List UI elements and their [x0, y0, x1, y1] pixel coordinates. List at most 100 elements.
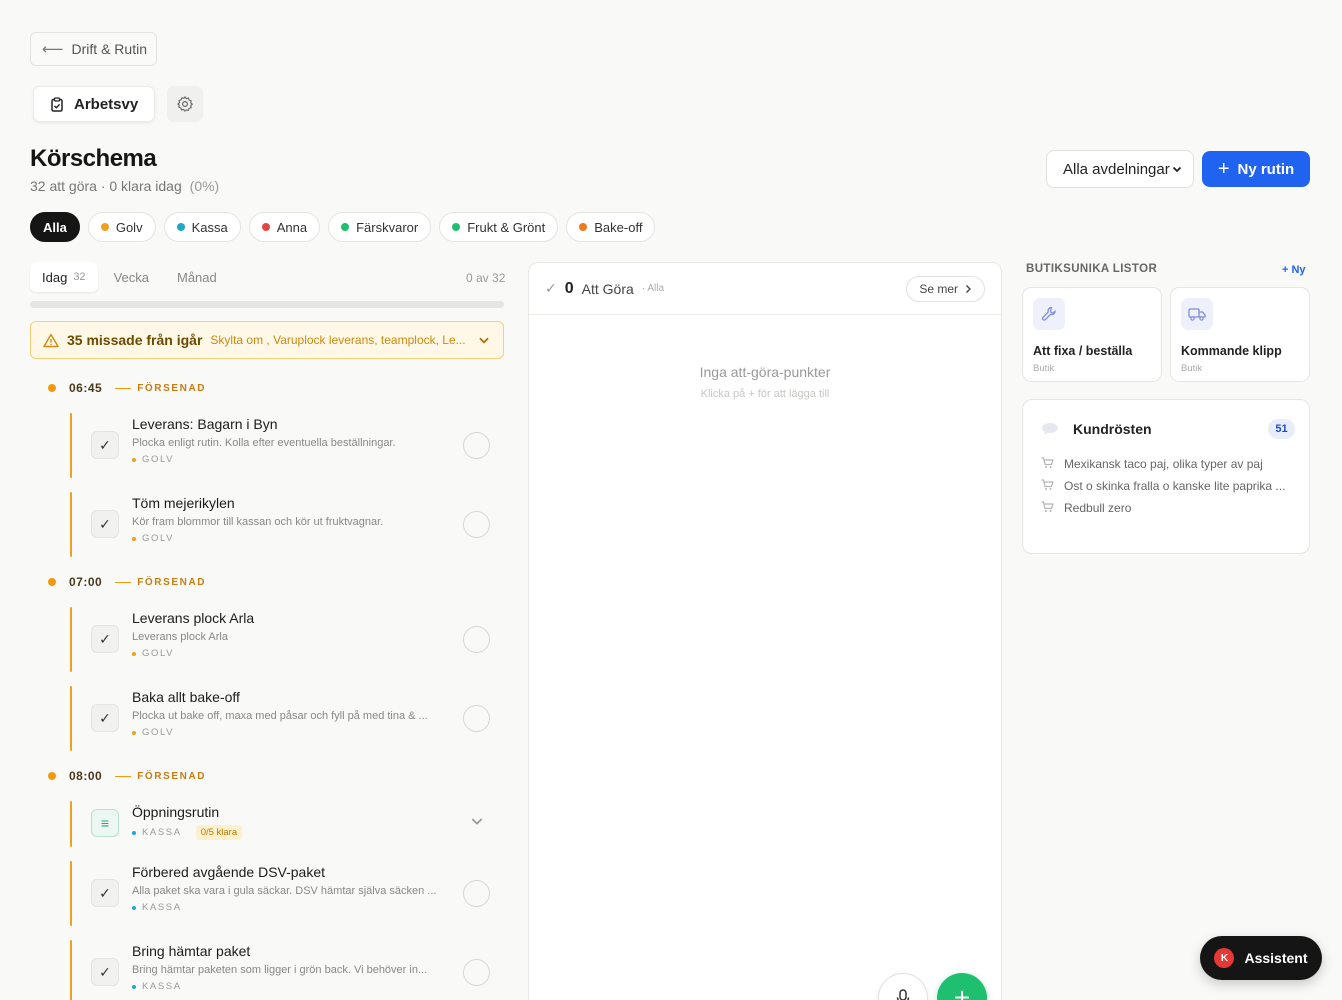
filter-chip-kassa[interactable]: Kassa — [163, 212, 241, 242]
task-body: Leverans: Bagarn i Byn Plocka enligt ruti… — [132, 416, 450, 465]
complete-circle[interactable] — [463, 705, 490, 732]
complete-circle[interactable] — [463, 959, 490, 986]
task-row[interactable]: ✓ Leverans: Bagarn i Byn Plocka enligt rut… — [70, 406, 504, 485]
task-row[interactable]: ✓ Leverans plock Arla Leverans plock Arla G… — [70, 600, 504, 679]
task-row[interactable]: ✓ Töm mejerikylen Kör fram blommor till ka… — [70, 485, 504, 564]
tag-dot — [132, 457, 136, 462]
task-checkbox[interactable]: ✓ — [91, 431, 119, 459]
lists-heading: BUTIKSUNIKA LISTOR — [1026, 263, 1158, 275]
time-label: 06:45 — [69, 381, 103, 395]
complete-circle[interactable] — [463, 511, 490, 538]
task-accent-bar — [70, 686, 72, 751]
task-title: Leverans: Bagarn i Byn — [132, 416, 278, 432]
task-title: Öppningsrutin — [132, 804, 220, 820]
work-view-button[interactable]: Arbetsvy — [33, 86, 156, 122]
task-timeline: 06:45 FÖRSENAD ✓ Leverans: Bagarn i Byn Ploc… — [30, 370, 504, 1000]
tab-månad[interactable]: Månad — [165, 262, 229, 292]
settings-button[interactable] — [167, 86, 204, 122]
task-tag: GOLV — [132, 533, 450, 544]
filter-chip-frukt-grönt[interactable]: Frukt & Grönt — [439, 212, 559, 242]
tag-label: GOLV — [142, 727, 175, 738]
task-checkbox[interactable]: ✓ — [91, 704, 119, 732]
task-row[interactable]: ≡ Öppningsrutin KASSA 0/5 klara — [70, 794, 504, 854]
list-card-sub: Butik — [1181, 363, 1203, 374]
task-description: Plocka enligt rutin. Kolla efter eventue… — [132, 437, 396, 449]
todo-panel: ✓ 0 Att Göra · Alla Se mer Inga att-göra… — [528, 262, 1002, 1000]
task-row[interactable]: ✓ Baka allt bake-off Plocka ut bake off, m… — [70, 679, 504, 758]
percent-text: (0%) — [189, 178, 220, 194]
filter-chip-golv[interactable]: Golv — [87, 212, 156, 242]
department-select-value: Alla avdelningar — [1063, 160, 1170, 178]
list-card-name: Att fixa / beställa — [1033, 344, 1133, 358]
microphone-icon — [896, 989, 910, 1000]
tag-dot — [132, 730, 136, 735]
task-accent-bar — [70, 801, 72, 847]
tag-label: KASSA — [142, 827, 182, 838]
back-button[interactable]: ⟵ Drift & Rutin — [30, 32, 157, 66]
task-row[interactable]: ✓ Förbered avgående DSV-paket Alla paket s… — [70, 854, 504, 933]
time-label: 07:00 — [69, 575, 103, 589]
tab-label: Månad — [176, 269, 217, 285]
checklist-icon[interactable]: ≡ — [91, 809, 119, 837]
plus-icon: + — [953, 982, 971, 1000]
missed-banner[interactable]: 35 missade från igår Skylta om , Varuplo… — [30, 321, 504, 359]
filter-chip-färskvaror[interactable]: Färskvaror — [328, 212, 432, 242]
progress-count: 0 av 32 — [466, 271, 506, 285]
task-body: Förbered avgående DSV-paket Alla paket sk… — [132, 864, 450, 913]
list-card-fix-order[interactable]: Att fixa / beställa Butik — [1022, 287, 1162, 382]
assistant-button[interactable]: K Assistent — [1200, 936, 1322, 980]
chevron-right-icon — [966, 284, 971, 293]
task-checkbox[interactable]: ✓ — [91, 625, 119, 653]
tab-vecka[interactable]: Vecka — [102, 262, 161, 292]
filter-chip-bake-off[interactable]: Bake-off — [566, 212, 656, 242]
voice-item-text: Redbull zero — [1064, 501, 1132, 515]
todo-label: Att Göra — [581, 280, 634, 297]
progress-badge: 0/5 klara — [195, 825, 243, 840]
voice-item-text: Mexikansk taco paj, olika typer av paj — [1064, 457, 1263, 471]
filter-chips: Alla Golv Kassa Anna Färskvaror Frukt & Grönt… — [30, 212, 656, 242]
truck-icon — [1181, 298, 1213, 330]
complete-circle[interactable] — [463, 626, 490, 653]
task-checkbox[interactable]: ✓ — [91, 958, 119, 986]
filter-chip-anna[interactable]: Anna — [248, 212, 321, 242]
arrow-left-icon: ⟵ — [42, 41, 64, 58]
department-select[interactable]: Alla avdelningar — [1046, 150, 1194, 188]
new-list-button[interactable]: + Ny — [1282, 264, 1306, 276]
tab-label: Vecka — [113, 269, 149, 285]
task-checkbox[interactable]: ✓ — [91, 510, 119, 538]
complete-circle[interactable] — [463, 880, 490, 907]
cart-icon — [1041, 500, 1054, 516]
chip-dot — [341, 223, 350, 231]
customer-voice-card[interactable]: Kundrösten 51 Mexikansk taco paj, olika … — [1022, 399, 1310, 554]
list-card-upcoming-clips[interactable]: Kommande klipp Butik — [1170, 287, 1310, 382]
new-routine-button[interactable]: + Ny rutin — [1202, 151, 1310, 187]
todo-scope: · Alla — [641, 283, 665, 294]
period-tabs: Idag 32 Vecka Månad — [30, 262, 229, 292]
complete-circle[interactable] — [463, 432, 490, 459]
cart-icon — [1041, 456, 1054, 472]
list-card-name: Kommande klipp — [1181, 344, 1282, 358]
add-todo-button[interactable]: + — [937, 973, 987, 1000]
customer-voice-items: Mexikansk taco paj, olika typer av paj Os… — [1041, 453, 1297, 519]
see-more-button[interactable]: Se mer — [906, 275, 985, 302]
todo-header: ✓ 0 Att Göra · Alla Se mer — [529, 263, 1001, 315]
chip-dot — [176, 223, 185, 231]
chevron-down-icon[interactable] — [469, 813, 485, 834]
time-group-header: 07:00 FÖRSENAD — [30, 564, 504, 600]
voice-item-text: Ost o skinka fralla o kanske lite paprik… — [1064, 479, 1286, 493]
task-tag: GOLV — [132, 727, 450, 738]
time-divider — [115, 581, 132, 583]
back-label: Drift & Rutin — [71, 41, 147, 57]
task-checkbox[interactable]: ✓ — [91, 879, 119, 907]
missed-title: 35 missade från igår — [67, 332, 203, 348]
filter-chip-alla[interactable]: Alla — [30, 212, 80, 242]
microphone-button[interactable] — [878, 973, 928, 1000]
tab-label: Idag — [42, 269, 68, 285]
time-dot — [48, 384, 56, 392]
time-divider — [115, 775, 132, 777]
cart-icon — [1041, 478, 1054, 494]
task-row[interactable]: ✓ Bring hämtar paket Bring hämtar paketen … — [70, 933, 504, 1000]
chip-label: Färskvaror — [356, 219, 419, 235]
wrench-icon — [1033, 298, 1065, 330]
tab-idag[interactable]: Idag 32 — [30, 262, 98, 292]
